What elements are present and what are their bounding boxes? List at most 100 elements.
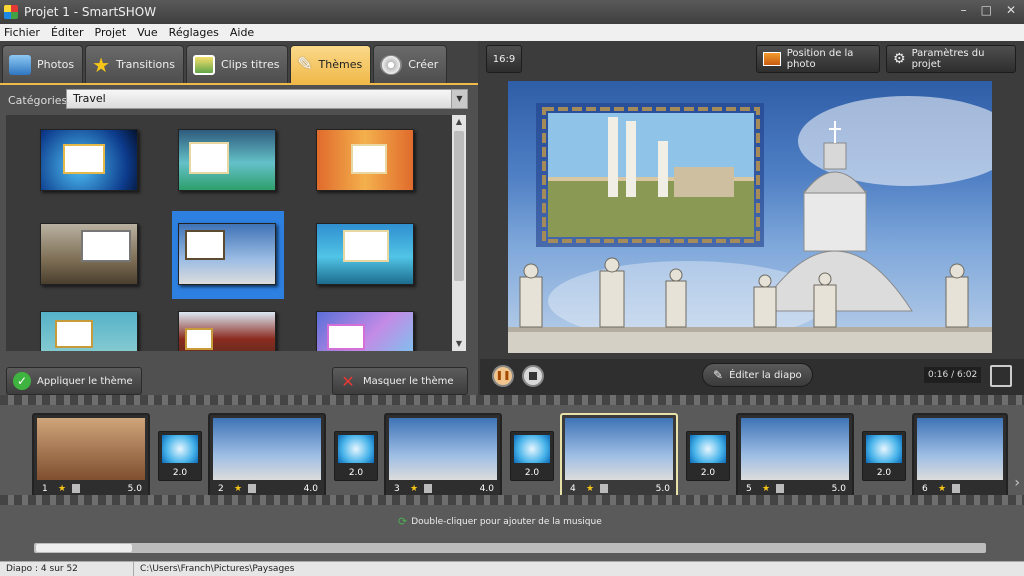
timeline-transition[interactable]: 2.0 [158,431,202,481]
tab-themes-label: Thèmes [318,58,363,71]
brush-icon: ✎ [297,54,313,75]
checkmark-icon: ✓ [13,372,31,390]
tab-transitions-label: Transitions [116,58,175,71]
hide-theme-button[interactable]: ✕ Masquer le thème [332,367,468,395]
star-icon: ★ [410,484,419,494]
category-label: Catégories [8,94,68,107]
left-panel: Photos ★ Transitions Clips titres ✎ Thèm… [0,41,478,395]
category-select[interactable]: Travel ▼ [66,89,468,109]
maximize-button[interactable]: □ [981,3,992,17]
menu-reglages[interactable]: Réglages [169,26,219,39]
tab-photos-label: Photos [37,58,75,71]
theme-thumbnail[interactable] [40,129,138,191]
star-icon: ★ [938,484,947,494]
theme-thumbnail-selected[interactable] [178,223,276,285]
tab-clips-titres[interactable]: Clips titres [185,45,289,83]
theme-thumbnail[interactable] [40,311,138,351]
theme-thumbnail[interactable] [316,129,414,191]
aspect-ratio-button[interactable]: 16:9 [486,45,522,73]
scroll-down-icon[interactable]: ▼ [452,337,466,351]
slide-duration: 4.0 [479,484,494,494]
timeline-slide[interactable]: 3 ★ 4.0 [384,413,502,499]
timeline-slide[interactable]: 2 ★ 4.0 [208,413,326,499]
scroll-up-icon[interactable]: ▲ [452,115,466,129]
photo-frame [63,144,105,174]
pencil-icon: ✎ [713,368,724,382]
pause-button[interactable]: ❚❚ [492,365,514,387]
themes-panel: Catégories Travel ▼ ▲ ▼ ✓ Appliquer le t… [0,83,478,395]
menu-editer[interactable]: Éditer [51,26,84,39]
category-value: Travel [73,92,106,105]
music-hint[interactable]: ⟳ Double-cliquer pour ajouter de la musi… [398,515,602,528]
music-hint-label: Double-cliquer pour ajouter de la musiqu… [411,516,602,527]
slide-thumbnail [741,418,849,480]
gallery-scrollbar[interactable]: ▲ ▼ [452,115,466,351]
slide-number: 2 [218,484,224,494]
app-logo-icon [4,5,18,19]
tab-creer-label: Créer [408,58,439,71]
theme-thumbnail[interactable] [40,223,138,285]
tab-themes[interactable]: ✎ Thèmes [290,45,372,83]
window-title: Projet 1 - SmartSHOW [24,5,157,19]
edit-slide-button[interactable]: ✎ Éditer la diapo [702,363,813,387]
timeline-transition[interactable]: 2.0 [862,431,906,481]
preview-toolbar: 16:9 Position de la photo ⚙ Paramètres d… [480,45,1024,79]
chevron-right-icon[interactable]: › [1014,475,1020,491]
fullscreen-button[interactable] [990,365,1012,387]
chevron-down-icon[interactable]: ▼ [451,90,467,108]
gear-icon: ⚙ [893,51,906,67]
minimize-button[interactable]: – [961,3,967,17]
theme-thumbnail[interactable] [316,311,414,351]
transition-icon [514,435,550,463]
scroll-thumb[interactable] [454,131,464,281]
project-settings-label: Paramètres du projet [911,48,985,70]
photo-position-button[interactable]: Position de la photo [756,45,880,73]
music-refresh-icon: ⟳ [398,515,408,528]
text-icon [248,484,256,493]
preview-panel: 16:9 Position de la photo ⚙ Paramètres d… [480,41,1024,395]
transition-duration: 2.0 [172,468,188,478]
menu-fichier[interactable]: Fichier [4,26,40,39]
project-settings-button[interactable]: ⚙ Paramètres du projet [886,45,1016,73]
timeline-scrollbar[interactable] [34,543,986,553]
theme-gallery: ▲ ▼ [6,115,466,351]
timeline-transition[interactable]: 2.0 [334,431,378,481]
playback-bar: ❚❚ ✎ Éditer la diapo 0:16 / 6:02 [480,359,1024,395]
stop-button[interactable] [522,365,544,387]
photo-frame [343,230,389,262]
timeline-transition[interactable]: 2.0 [510,431,554,481]
hide-theme-label: Masquer le thème [363,375,454,387]
slide-number: 1 [42,484,48,494]
photo-frame [55,320,93,348]
timeline: 1 ★ 5.0 2.0 2 ★ 4.0 2.0 3 ★ 4.0 2.0 4 ★ … [0,395,1024,561]
slide-duration: 5.0 [831,484,846,494]
timeline-slide[interactable]: 5 ★ 5.0 [736,413,854,499]
transition-duration: 2.0 [876,468,892,478]
slide-duration: 5.0 [127,484,142,494]
menu-projet[interactable]: Projet [95,26,127,39]
apply-theme-button[interactable]: ✓ Appliquer le thème [6,367,142,395]
menu-aide[interactable]: Aide [230,26,254,39]
tab-photos[interactable]: Photos [2,45,84,83]
photo-frame [81,230,131,262]
slide-thumbnail [389,418,497,480]
slide-number: 5 [746,484,752,494]
transition-duration: 2.0 [700,468,716,478]
close-button[interactable]: ✕ [1006,3,1016,17]
timeline-scroll-thumb[interactable] [36,544,132,552]
tab-creer[interactable]: Créer [373,45,448,83]
tab-transitions[interactable]: ★ Transitions [85,45,184,83]
star-icon: ★ [92,52,111,77]
theme-thumbnail[interactable] [178,311,276,351]
timeline-slide[interactable]: 1 ★ 5.0 [32,413,150,499]
slide-duration: 5.0 [655,484,670,494]
timeline-slide-active[interactable]: 4 ★ 5.0 [560,413,678,499]
text-icon [776,484,784,493]
theme-thumbnail[interactable] [178,129,276,191]
theme-thumbnail[interactable] [316,223,414,285]
menu-vue[interactable]: Vue [137,26,158,39]
timeline-slide[interactable]: 6 ★ [912,413,1008,499]
text-icon [952,484,960,493]
clip-titles-icon [192,54,215,75]
timeline-transition[interactable]: 2.0 [686,431,730,481]
